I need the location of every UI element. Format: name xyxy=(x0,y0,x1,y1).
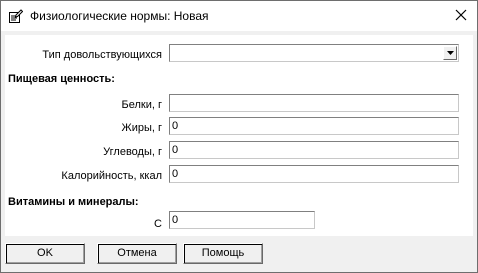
vitamins-section-title: Витамины и минералы: xyxy=(8,196,139,208)
dialog-window: Физиологические нормы: Новая Тип довольс… xyxy=(0,0,478,273)
form-panel: Тип довольствующихся Пищевая ценность: Б… xyxy=(5,35,473,236)
ok-button-label: OK xyxy=(37,247,53,259)
chevron-down-icon xyxy=(447,51,454,55)
proteins-label: Белки, г xyxy=(121,99,162,111)
fats-input[interactable] xyxy=(169,117,459,135)
consumer-type-label: Тип довольствующихся xyxy=(42,49,162,61)
close-button[interactable] xyxy=(445,1,477,31)
calories-input[interactable] xyxy=(169,165,459,183)
proteins-input[interactable] xyxy=(169,94,459,112)
nutrition-section-title: Пищевая ценность: xyxy=(8,73,115,85)
edit-document-icon xyxy=(7,8,24,24)
ok-button[interactable]: OK xyxy=(5,243,85,264)
close-icon xyxy=(455,9,467,21)
vitamin-c-label: С xyxy=(154,218,162,230)
vitamin-c-input[interactable] xyxy=(169,211,315,229)
cancel-button-label: Отмена xyxy=(117,247,157,259)
dialog-client-area: Тип довольствующихся Пищевая ценность: Б… xyxy=(1,31,477,272)
window-title: Физиологические нормы: Новая xyxy=(30,9,209,23)
fats-label: Жиры, г xyxy=(121,122,162,134)
calories-label: Калорийность, ккал xyxy=(61,170,162,182)
dropdown-button[interactable] xyxy=(443,46,457,60)
carbs-label: Углеводы, г xyxy=(103,146,162,158)
title-bar: Физиологические нормы: Новая xyxy=(1,1,477,31)
consumer-type-select[interactable] xyxy=(169,44,459,62)
cancel-button[interactable]: Отмена xyxy=(97,243,177,264)
help-button-label: Помощь xyxy=(201,247,245,259)
help-button[interactable]: Помощь xyxy=(183,243,263,264)
carbs-input[interactable] xyxy=(169,141,459,159)
